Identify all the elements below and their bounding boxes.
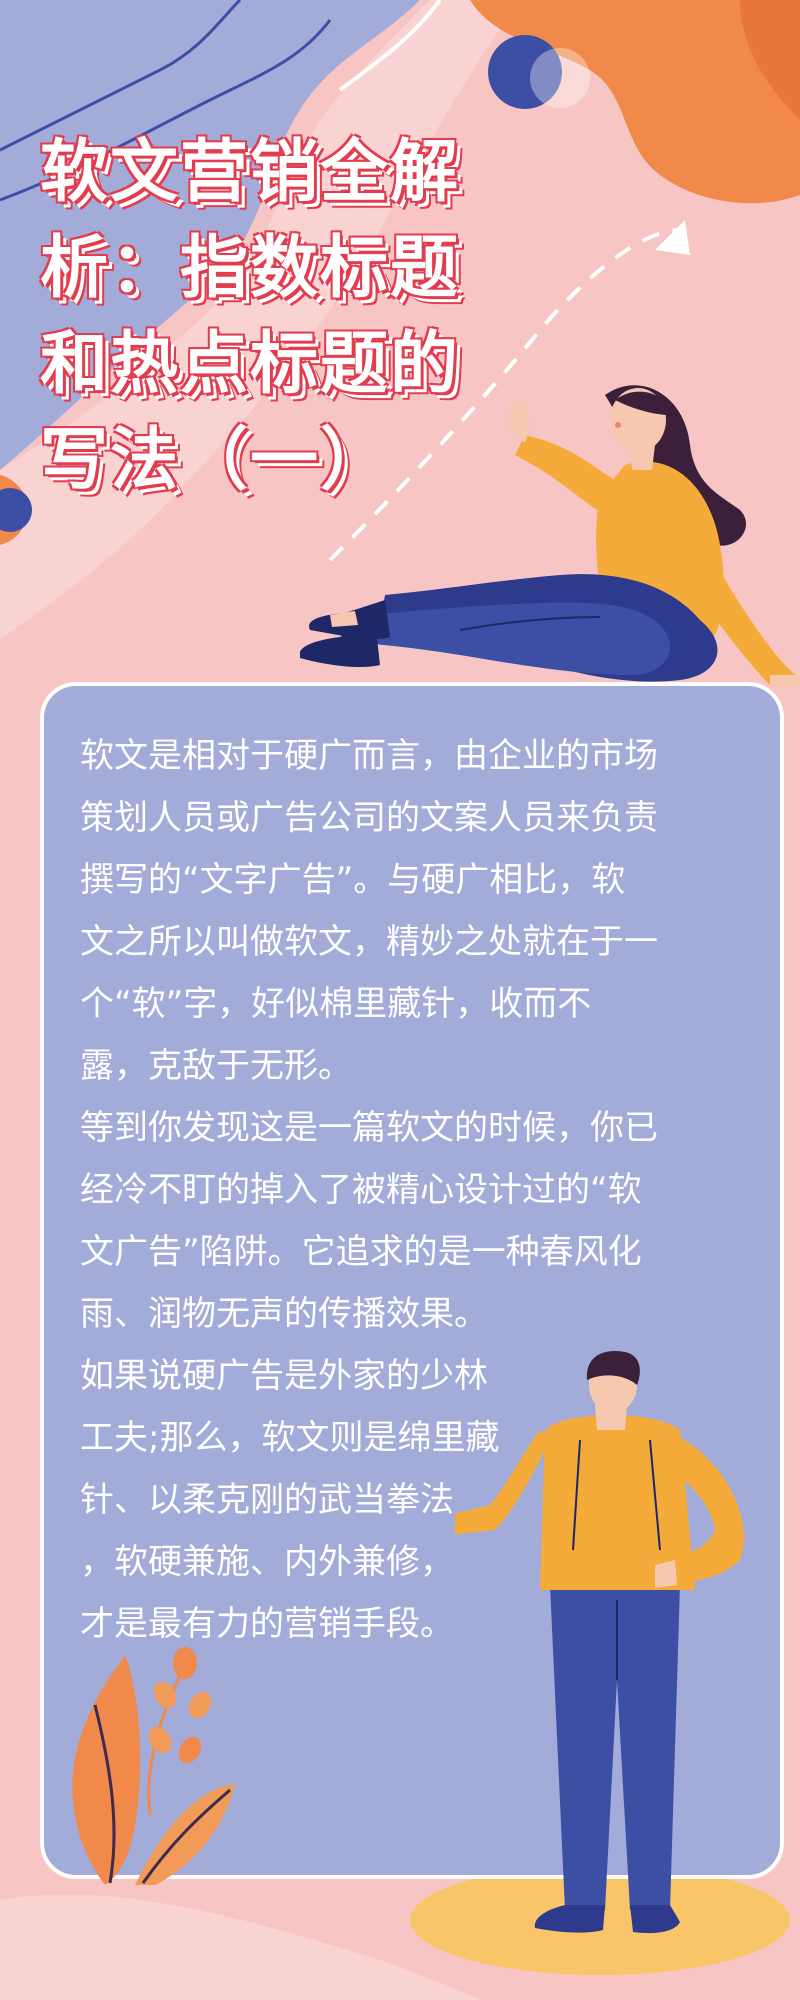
- title-line: 析：指数标题: [40, 229, 461, 308]
- leaves-illustration: [72, 1647, 235, 1885]
- text-line: 软文是相对于硬广而言，由企业的市场: [80, 736, 658, 776]
- title-line: 软文营销全解: [40, 133, 461, 212]
- text-line: 文之所以叫做软文，精妙之处就在于一: [80, 922, 658, 962]
- article-paragraph: 等到你发现这是一篇软文的时候，你已 经冷不盯的掉入了被精心设计过的“软 文广告”…: [80, 1097, 740, 1345]
- text-line: 露，克敌于无形。: [80, 1046, 352, 1086]
- text-line: 文广告”陷阱。它追求的是一种春风化: [80, 1232, 642, 1272]
- text-line: 个“软”字，好似棉里藏针，收而不: [80, 984, 592, 1024]
- text-line: 等到你发现这是一篇软文的时候，你已: [80, 1108, 658, 1148]
- article-paragraph: 软文是相对于硬广而言，由企业的市场 策划人员或广告公司的文案人员来负责 撰写的“…: [80, 725, 740, 1097]
- text-line: 经冷不盯的掉入了被精心设计过的“软: [80, 1170, 642, 1210]
- text-line: 撰写的“文字广告”。与硬广相比，软: [80, 860, 626, 900]
- standing-man-illustration: [455, 1350, 744, 1934]
- sitting-woman-illustration: [300, 385, 800, 687]
- text-line: 雨、润物无声的传播效果。: [80, 1294, 488, 1334]
- text-line: 策划人员或广告公司的文案人员来负责: [80, 798, 658, 838]
